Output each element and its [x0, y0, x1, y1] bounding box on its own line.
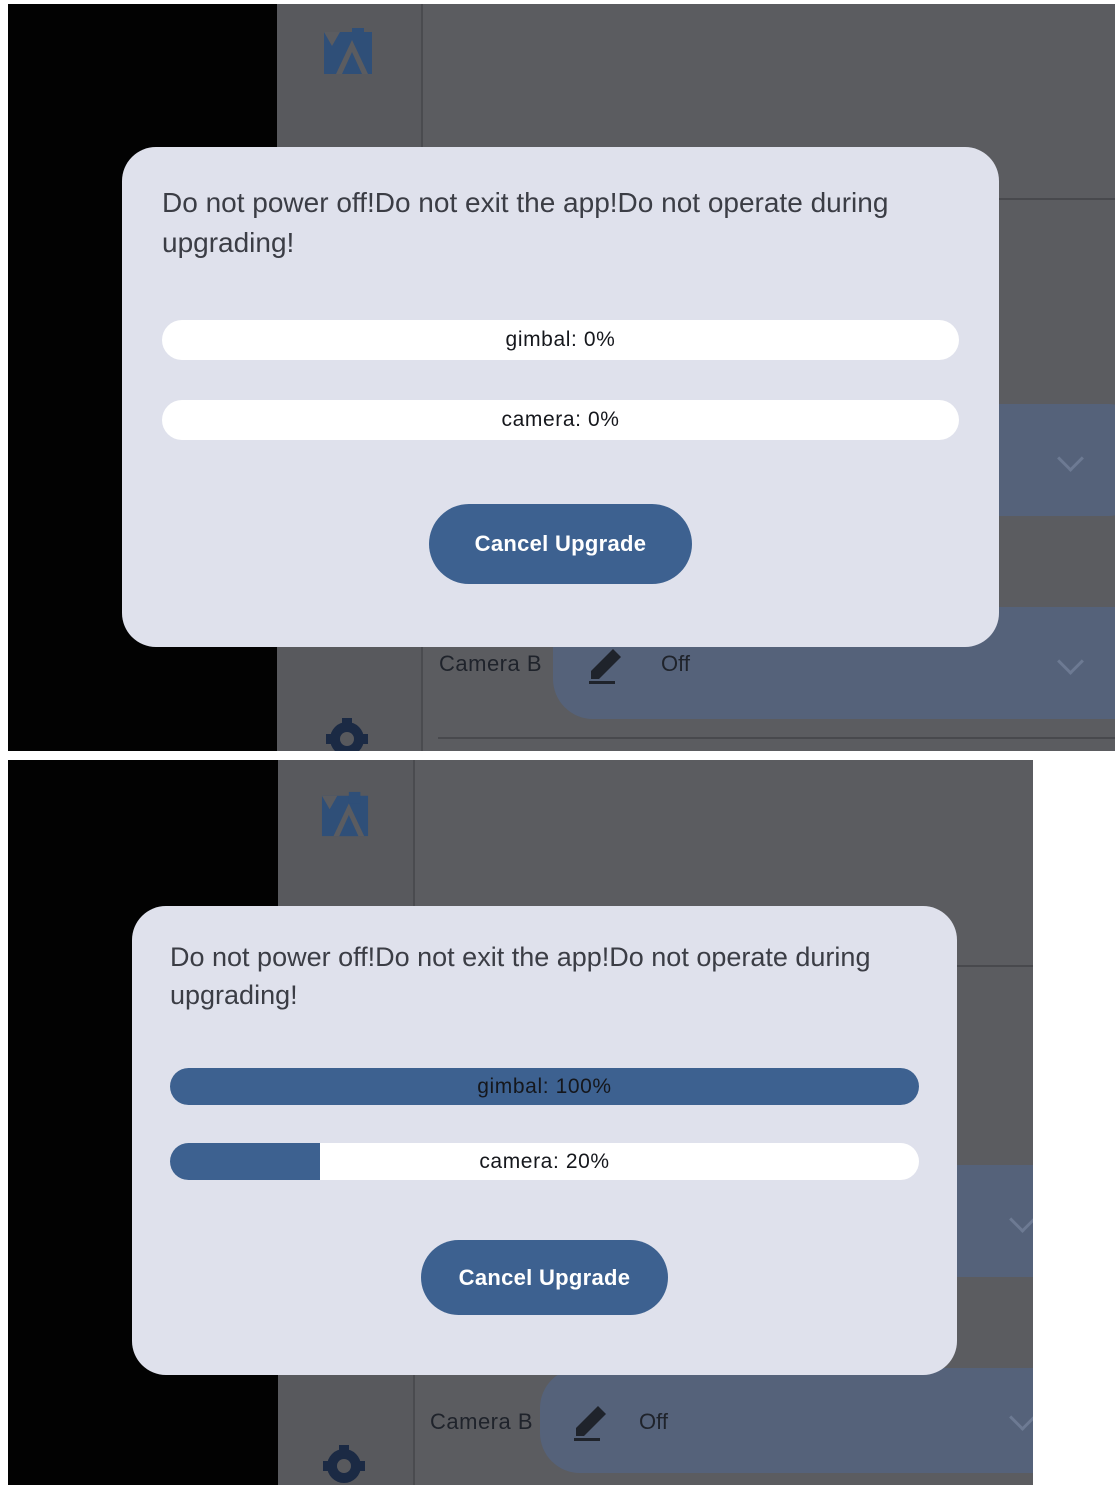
top-divider [956, 965, 1033, 967]
gear-icon[interactable] [324, 716, 374, 751]
setting-row-bg [540, 1368, 1033, 1473]
progress-label: gimbal: 100% [477, 1074, 612, 1098]
gear-icon[interactable] [321, 1443, 371, 1485]
gallery-icon[interactable] [322, 26, 374, 76]
pencil-icon[interactable] [585, 645, 625, 685]
cancel-upgrade-button[interactable]: Cancel Upgrade [429, 504, 692, 584]
progress-bar-camera: camera: 0% [162, 400, 959, 440]
bottom-divider [438, 737, 1115, 739]
pencil-icon[interactable] [570, 1402, 610, 1442]
progress-bar-camera: camera: 20% [170, 1143, 919, 1180]
cancel-upgrade-button[interactable]: Cancel Upgrade [421, 1240, 668, 1315]
mode-value: Off [661, 651, 690, 676]
mode-value: Off [639, 1409, 668, 1434]
screenshot-after: Camera B Off Do not power off!Do not exi… [8, 760, 1033, 1485]
progress-label: camera: 20% [479, 1149, 610, 1173]
progress-label: gimbal: 0% [505, 328, 616, 351]
screenshot-before: Camera B Off Do not power off!Do not exi… [8, 4, 1115, 751]
warning-message: Do not power off!Do not exit the app!Do … [170, 942, 871, 1010]
gallery-icon[interactable] [320, 790, 370, 838]
camera-label: Camera B [430, 1409, 534, 1434]
warning-message: Do not power off!Do not exit the app!Do … [162, 187, 889, 258]
upgrade-dialog: Do not power off!Do not exit the app!Do … [132, 906, 957, 1375]
progress-bar-gimbal: gimbal: 0% [162, 320, 959, 360]
upgrade-dialog: Do not power off!Do not exit the app!Do … [122, 147, 999, 647]
progress-label: camera: 0% [501, 408, 620, 431]
progress-bar-gimbal: gimbal: 100% [170, 1068, 919, 1105]
camera-label: Camera B [439, 651, 543, 676]
